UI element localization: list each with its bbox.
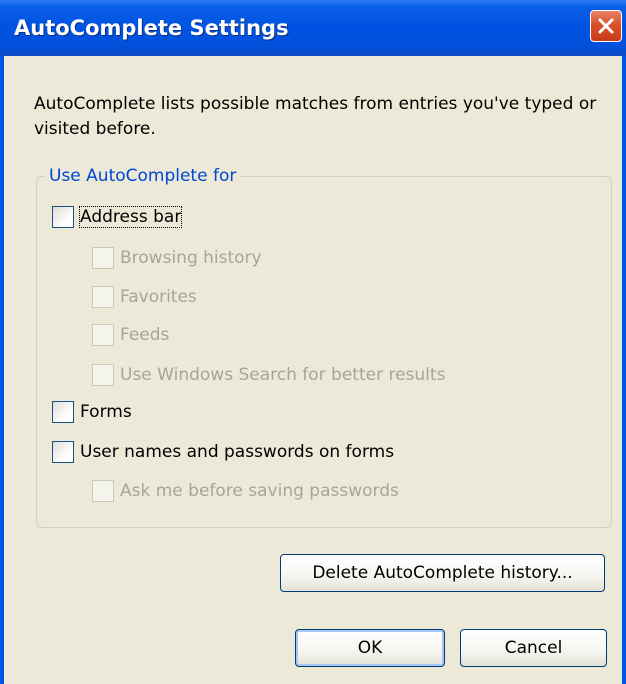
feeds-option[interactable]: Feeds: [92, 320, 169, 350]
forms-option[interactable]: Forms: [52, 397, 132, 427]
delete-history-label: Delete AutoComplete history...: [312, 563, 573, 583]
delete-history-button[interactable]: Delete AutoComplete history...: [280, 554, 605, 592]
ok-label: OK: [357, 638, 383, 658]
address-bar-option[interactable]: Address bar: [52, 202, 183, 232]
browsing-history-label: Browsing history: [120, 248, 262, 268]
passwords-label: User names and passwords on forms: [80, 442, 395, 462]
browsing-history-option[interactable]: Browsing history: [92, 243, 262, 273]
ask-saving-passwords-label: Ask me before saving passwords: [120, 481, 399, 501]
window-title: AutoComplete Settings: [14, 16, 289, 40]
favorites-checkbox[interactable]: [92, 286, 114, 308]
address-bar-checkbox[interactable]: [52, 206, 74, 228]
ask-saving-passwords-option[interactable]: Ask me before saving passwords: [92, 476, 399, 506]
windows-search-label: Use Windows Search for better results: [120, 365, 446, 385]
feeds-checkbox[interactable]: [92, 324, 114, 346]
ok-button[interactable]: OK: [295, 629, 445, 667]
favorites-label: Favorites: [120, 287, 197, 307]
cancel-label: Cancel: [504, 638, 563, 658]
title-bar[interactable]: AutoComplete Settings: [0, 0, 626, 56]
windows-search-option[interactable]: Use Windows Search for better results: [92, 360, 445, 390]
passwords-option[interactable]: User names and passwords on forms: [52, 437, 394, 467]
forms-checkbox[interactable]: [52, 401, 74, 423]
feeds-label: Feeds: [120, 325, 170, 345]
cancel-button[interactable]: Cancel: [460, 629, 607, 667]
autocomplete-settings-dialog: AutoComplete Settings AutoComplete lists…: [0, 0, 626, 684]
address-bar-label: Address bar: [78, 206, 183, 228]
dialog-description: AutoComplete lists possible matches from…: [34, 94, 597, 139]
passwords-checkbox[interactable]: [52, 441, 74, 463]
windows-search-checkbox[interactable]: [92, 364, 114, 386]
forms-label: Forms: [80, 402, 132, 422]
close-icon: [598, 18, 614, 34]
close-button[interactable]: [590, 10, 622, 42]
browsing-history-checkbox[interactable]: [92, 247, 114, 269]
group-legend: Use AutoComplete for: [45, 164, 241, 188]
favorites-option[interactable]: Favorites: [92, 282, 197, 312]
ask-saving-passwords-checkbox[interactable]: [92, 480, 114, 502]
